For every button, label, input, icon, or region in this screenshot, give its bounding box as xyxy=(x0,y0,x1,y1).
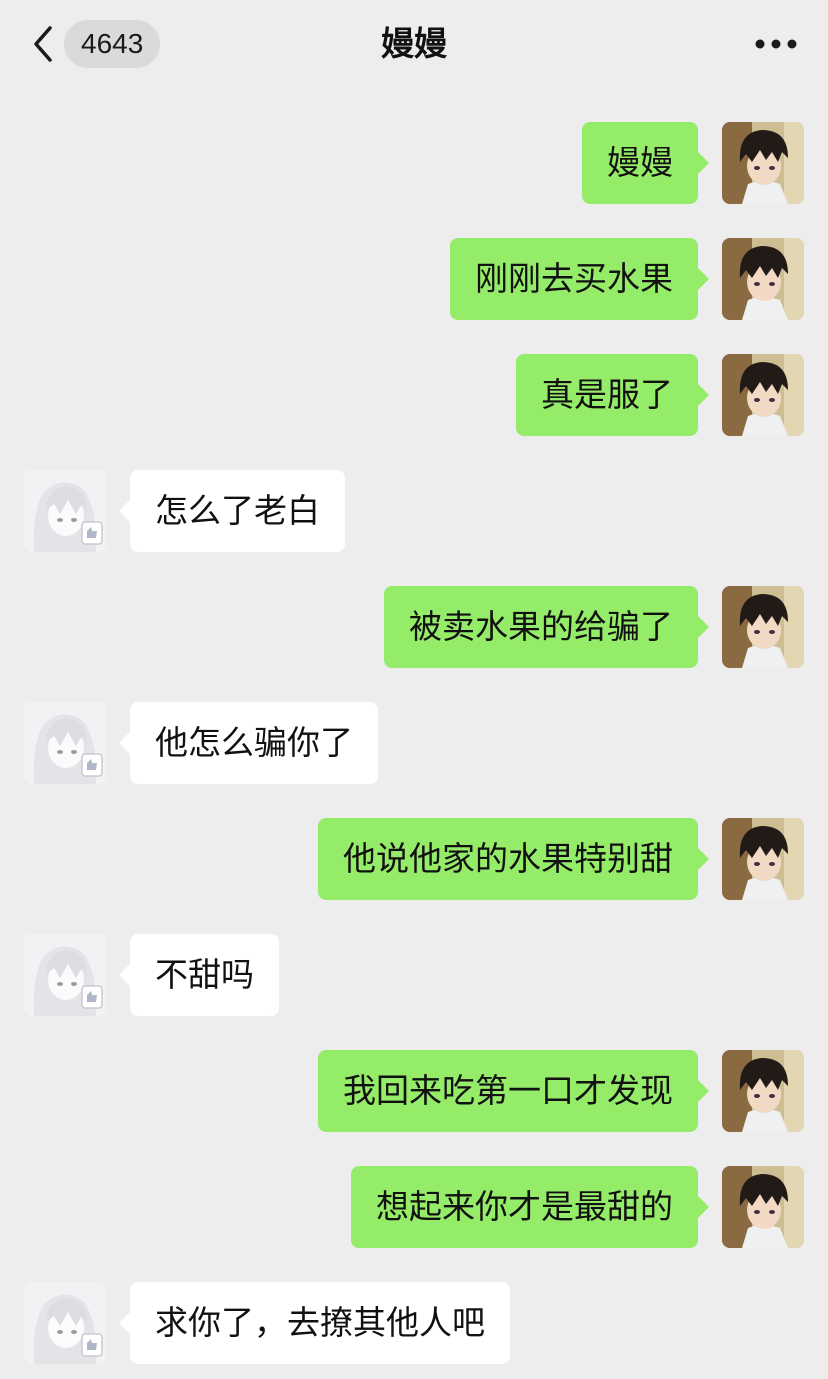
message-row: 被卖水果的给骗了 xyxy=(0,586,828,670)
contact-avatar[interactable] xyxy=(24,934,106,1016)
message-row: 他怎么骗你了 xyxy=(0,702,828,786)
message-row: 求你了，去撩其他人吧 xyxy=(0,1282,828,1366)
chat-header: 4643 嫚嫚 xyxy=(0,0,828,88)
message-row: 想起来你才是最甜的 xyxy=(0,1166,828,1250)
more-dots-icon[interactable] xyxy=(754,30,798,58)
message-row: 我回来吃第一口才发现 xyxy=(0,1050,828,1134)
received-message-bubble[interactable]: 他怎么骗你了 xyxy=(119,702,378,784)
sent-message-bubble[interactable]: 嫚嫚 xyxy=(582,122,709,204)
message-row: 不甜吗 xyxy=(0,934,828,1018)
message-row: 怎么了老白 xyxy=(0,470,828,554)
sent-message-bubble[interactable]: 我回来吃第一口才发现 xyxy=(318,1050,709,1132)
message-row: 嫚嫚 xyxy=(0,122,828,206)
sent-message-bubble[interactable]: 他说他家的水果特别甜 xyxy=(318,818,709,900)
message-row: 真是服了 xyxy=(0,354,828,438)
my-avatar[interactable] xyxy=(722,818,804,900)
chat-title: 嫚嫚 xyxy=(381,24,447,63)
my-avatar[interactable] xyxy=(722,1050,804,1132)
received-message-bubble[interactable]: 不甜吗 xyxy=(119,934,279,1016)
sent-message-bubble[interactable]: 刚刚去买水果 xyxy=(450,238,709,320)
contact-avatar[interactable] xyxy=(24,702,106,784)
my-avatar[interactable] xyxy=(722,354,804,436)
contact-avatar[interactable] xyxy=(24,1282,106,1364)
chat-screen: 4643 嫚嫚 嫚嫚 刚刚去买水果 真是服了 怎么了老白 被卖水果的给骗了 他怎… xyxy=(0,0,828,1379)
my-avatar[interactable] xyxy=(722,1166,804,1248)
sent-message-bubble[interactable]: 真是服了 xyxy=(516,354,709,436)
message-row: 他说他家的水果特别甜 xyxy=(0,818,828,902)
my-avatar[interactable] xyxy=(722,122,804,204)
sent-message-bubble[interactable]: 想起来你才是最甜的 xyxy=(351,1166,709,1248)
received-message-bubble[interactable]: 怎么了老白 xyxy=(119,470,345,552)
contact-avatar[interactable] xyxy=(24,470,106,552)
message-row: 刚刚去买水果 xyxy=(0,238,828,322)
my-avatar[interactable] xyxy=(722,586,804,668)
received-message-bubble[interactable]: 求你了，去撩其他人吧 xyxy=(119,1282,510,1364)
my-avatar[interactable] xyxy=(722,238,804,320)
sent-message-bubble[interactable]: 被卖水果的给骗了 xyxy=(384,586,709,668)
